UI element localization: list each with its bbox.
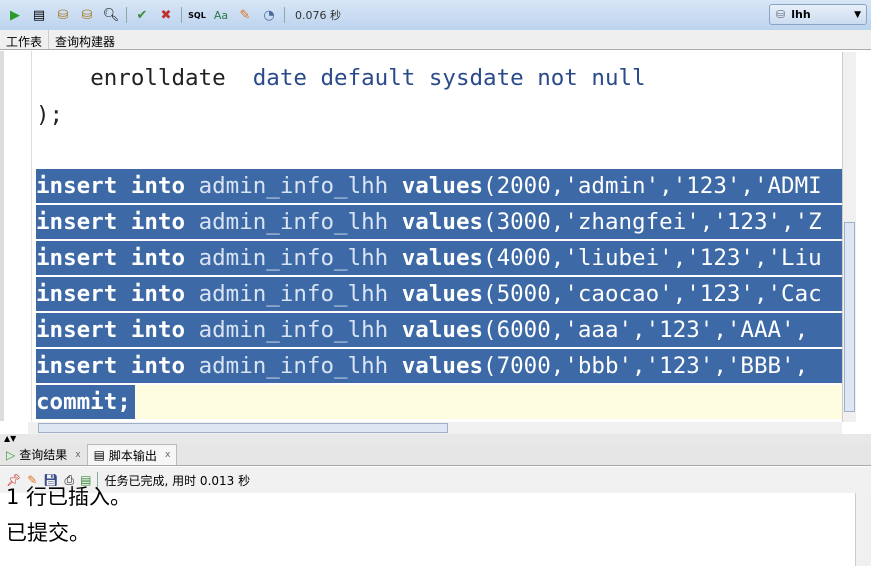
code-line-insert: insert into admin_info_lhh values(7000,'… — [36, 349, 855, 383]
commit-icon[interactable]: ⛁ — [54, 6, 72, 24]
vertical-scrollbar[interactable] — [842, 52, 856, 422]
sql-tuning-icon[interactable]: ◔ — [260, 6, 278, 24]
horizontal-scrollbar[interactable] — [28, 422, 842, 434]
tab-script-output[interactable]: ▤ 脚本输出 x — [86, 444, 178, 465]
separator — [284, 7, 285, 23]
clear-icon[interactable]: ✖ — [157, 6, 175, 24]
autotrace-icon[interactable]: ✔ — [133, 6, 151, 24]
tab-query-result[interactable]: ▷ 查询结果 x — [0, 444, 87, 465]
code-line-insert: insert into admin_info_lhh values(5000,'… — [36, 277, 855, 311]
run-script-icon[interactable]: ▤ — [30, 6, 48, 24]
script-icon: ▤ — [93, 448, 105, 462]
output-scrollbar[interactable] — [855, 493, 871, 566]
current-line-highlight — [135, 385, 845, 419]
rollback-icon[interactable]: ⛁ — [78, 6, 96, 24]
separator — [181, 7, 182, 23]
output-line: 已提交。 — [6, 521, 90, 545]
scroll-thumb[interactable] — [38, 423, 448, 433]
code-line: enrolldate date default sysdate not null — [90, 65, 646, 91]
output-line: 1 行已插入。 — [6, 485, 132, 509]
code-line-insert: insert into admin_info_lhh values(6000,'… — [36, 313, 855, 347]
sql-editor[interactable]: enrolldate date default sysdate not null… — [0, 51, 855, 421]
uppercase-icon[interactable]: Aa — [212, 6, 230, 24]
worksheet-tabs: 工作表 查询构建器 — [0, 30, 871, 50]
main-toolbar: ▶ ▤ ⛁ ⛁ 🔍︎ ✔ ✖ SQL Aa ✎ ◔ 0.076 秒 ⛁ lhh … — [0, 0, 871, 30]
chevron-down-icon: ▼ — [854, 9, 861, 20]
split-divider[interactable]: ▲▼ — [0, 434, 871, 444]
separator — [126, 7, 127, 23]
execution-time: 0.076 秒 — [295, 9, 341, 22]
database-icon: ⛁ — [776, 8, 786, 21]
eraser-icon[interactable]: ✎ — [236, 6, 254, 24]
code-line-insert: insert into admin_info_lhh values(4000,'… — [36, 241, 855, 275]
explain-plan-icon[interactable]: 🔍︎ — [102, 6, 120, 24]
code-line-commit: commit; — [36, 385, 135, 419]
scroll-thumb[interactable] — [844, 222, 855, 412]
code-line-insert: insert into admin_info_lhh values(3000,'… — [36, 205, 855, 239]
run-icon: ▷ — [6, 447, 16, 462]
line-gutter — [4, 51, 32, 421]
close-icon[interactable]: x — [165, 450, 170, 460]
connection-name: lhh — [791, 8, 811, 21]
connection-select[interactable]: ⛁ lhh ▼ — [769, 4, 867, 25]
script-output: 1 行已插入。 已提交。 — [0, 485, 855, 566]
output-tabs: ▷ 查询结果 x ▤ 脚本输出 x — [0, 444, 871, 466]
tab-query-builder[interactable]: 查询构建器 — [48, 30, 121, 49]
tab-worksheet[interactable]: 工作表 — [0, 30, 48, 49]
code-line: ); — [36, 102, 64, 128]
close-icon[interactable]: x — [75, 450, 80, 460]
run-icon[interactable]: ▶ — [6, 6, 24, 24]
sql-history-icon[interactable]: SQL — [188, 6, 206, 24]
code-line-insert: insert into admin_info_lhh values(2000,'… — [36, 169, 855, 203]
